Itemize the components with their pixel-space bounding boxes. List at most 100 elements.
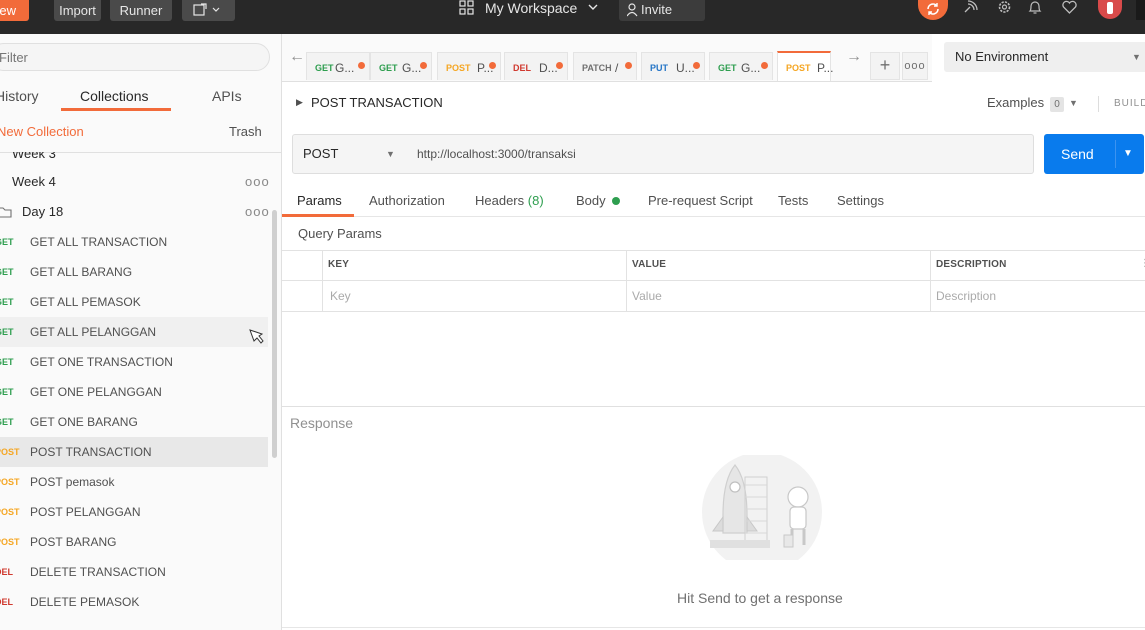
- tab-history[interactable]: History: [0, 88, 39, 104]
- method-badge: PATCH: [582, 63, 612, 73]
- satellite-icon[interactable]: [962, 0, 978, 16]
- list-item[interactable]: POST POST BARANG: [0, 527, 268, 557]
- examples-dropdown[interactable]: Examples 0 ▼: [987, 95, 1078, 112]
- divider: [282, 406, 1145, 407]
- headers-count: (8): [527, 193, 544, 208]
- list-item[interactable]: POST POST TRANSACTION: [0, 437, 268, 467]
- invite-label: Invite: [641, 2, 673, 17]
- new-button[interactable]: New: [0, 0, 29, 21]
- tab-prerequest-script[interactable]: Pre-request Script: [648, 193, 753, 208]
- unsaved-dot: [420, 62, 427, 69]
- heart-icon[interactable]: [1061, 0, 1078, 15]
- sidebar-scrollbar[interactable]: [272, 210, 277, 458]
- list-item[interactable]: DEL DELETE TRANSACTION: [0, 557, 268, 587]
- request-name: GET ALL TRANSACTION: [30, 235, 168, 249]
- divider: [282, 250, 1145, 251]
- list-item[interactable]: GET GET ALL PELANGGAN: [0, 317, 268, 347]
- add-tab-button[interactable]: +: [870, 52, 900, 80]
- method-badge: GET: [0, 387, 14, 397]
- list-item[interactable]: GET GET ONE TRANSACTION: [0, 347, 268, 377]
- arrow-right-icon[interactable]: →: [846, 48, 862, 66]
- url-input[interactable]: [407, 134, 1034, 174]
- tab-authorization[interactable]: Authorization: [369, 193, 445, 208]
- grid-icon: [459, 0, 474, 15]
- list-item[interactable]: GET GET ALL TRANSACTION: [0, 227, 268, 257]
- list-item[interactable]: GET GET ONE BARANG: [0, 407, 268, 437]
- tab-apis[interactable]: APIs: [212, 88, 242, 104]
- method-badge: GET: [0, 327, 14, 337]
- more-icon[interactable]: ooo: [245, 197, 270, 227]
- avatar[interactable]: [1098, 0, 1122, 19]
- examples-count: 0: [1050, 97, 1065, 112]
- arrow-left-icon[interactable]: ←: [289, 48, 305, 66]
- tab-label: U...: [676, 61, 695, 75]
- request-tabs-bar: ← GET G... GET G... POST P... DEL D... P…: [282, 34, 932, 82]
- tab-params[interactable]: Params: [297, 193, 342, 208]
- more-icon[interactable]: ooo: [245, 167, 270, 197]
- tab-collections[interactable]: Collections: [80, 88, 148, 104]
- request-tab[interactable]: GET G...: [370, 52, 432, 80]
- sync-button[interactable]: [918, 0, 948, 20]
- tab-more-button[interactable]: ooo: [902, 52, 928, 80]
- list-item[interactable]: DEL DELETE PEMASOK: [0, 587, 268, 617]
- runner-button[interactable]: Runner: [110, 0, 172, 21]
- send-button[interactable]: Send ▼: [1044, 134, 1144, 174]
- new-window-button[interactable]: [182, 0, 235, 21]
- folder-day-18[interactable]: Day 18 ooo: [0, 197, 270, 227]
- active-tab-indicator: [282, 214, 354, 217]
- request-tab[interactable]: PATCH /: [573, 52, 637, 80]
- request-tab-active[interactable]: POST P...: [777, 51, 833, 81]
- tab-label: G...: [335, 61, 355, 75]
- import-button[interactable]: Import: [54, 0, 101, 21]
- list-item[interactable]: GET GET ONE PELANGGAN: [0, 377, 268, 407]
- value-input[interactable]: Value: [632, 289, 662, 303]
- folder-week-4[interactable]: Week 4 ooo: [0, 167, 270, 197]
- tab-headers-label: Headers: [475, 193, 525, 208]
- gear-icon[interactable]: [996, 0, 1013, 16]
- method-badge: POST: [786, 63, 811, 73]
- tab-tests[interactable]: Tests: [778, 193, 808, 208]
- bell-icon[interactable]: [1028, 0, 1042, 16]
- method-badge: GET: [0, 357, 14, 367]
- divider: [930, 250, 931, 312]
- list-item[interactable]: GET GET ALL BARANG: [0, 257, 268, 287]
- new-collection-button[interactable]: New Collection: [0, 124, 84, 139]
- list-item[interactable]: POST POST PELANGGAN: [0, 497, 268, 527]
- chevron-down-icon[interactable]: ▼: [1123, 134, 1133, 174]
- method-badge: POST: [446, 63, 471, 73]
- response-hint: Hit Send to get a response: [677, 590, 843, 606]
- divider: [1098, 96, 1099, 112]
- method-badge: GET: [0, 237, 14, 247]
- top-bar: New Import Runner My Workspace Invite: [0, 0, 1145, 34]
- build-button[interactable]: BUILD: [1114, 98, 1145, 109]
- trash-button[interactable]: Trash: [229, 124, 262, 139]
- request-name: GET ALL BARANG: [30, 265, 133, 279]
- tab-settings[interactable]: Settings: [837, 193, 884, 208]
- tab-body[interactable]: Body: [576, 193, 620, 208]
- description-input[interactable]: Description: [936, 289, 996, 303]
- tab-label: /: [615, 61, 619, 75]
- filter-input[interactable]: [0, 43, 270, 71]
- request-tab[interactable]: PUT U...: [641, 52, 705, 80]
- request-name: GET ONE BARANG: [30, 415, 138, 429]
- request-tab[interactable]: POST P...: [437, 52, 501, 80]
- more-icon[interactable]: ⋮: [1140, 258, 1145, 269]
- environment-select[interactable]: No Environment ▼: [944, 42, 1145, 72]
- request-tab[interactable]: GET G...: [709, 52, 773, 80]
- invite-button[interactable]: Invite: [619, 0, 705, 21]
- request-tab[interactable]: DEL D...: [504, 52, 568, 80]
- list-item[interactable]: POST POST pemasok: [0, 467, 268, 497]
- list-item[interactable]: GET GET ALL PEMASOK: [0, 287, 268, 317]
- method-badge: GET: [718, 63, 737, 73]
- rocket-illustration-icon: [702, 455, 822, 560]
- add-user-icon: [627, 3, 638, 17]
- tab-headers[interactable]: Headers (8): [475, 193, 544, 208]
- method-badge: DEL: [513, 63, 531, 73]
- method-select[interactable]: POST ▼: [292, 134, 408, 174]
- request-tab[interactable]: GET G...: [306, 52, 370, 80]
- unsaved-dot: [556, 62, 563, 69]
- request-name: DELETE TRANSACTION: [30, 565, 166, 579]
- new-button-label: New: [0, 3, 17, 18]
- body-indicator-dot: [611, 197, 620, 205]
- key-input[interactable]: Key: [330, 289, 351, 303]
